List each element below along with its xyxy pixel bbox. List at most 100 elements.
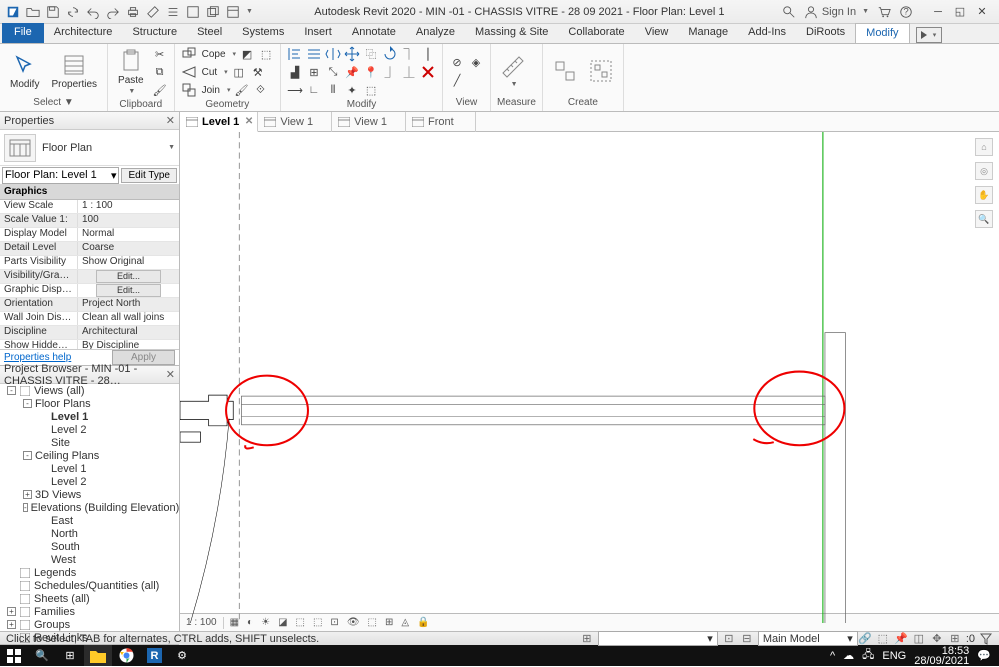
modify-tool-button[interactable]: Modify <box>6 51 43 92</box>
property-row[interactable]: Wall Join DisplayClean all wall joins <box>0 312 179 326</box>
corner-trim-icon[interactable]: ∟ <box>306 82 322 98</box>
notifications-icon[interactable]: 💬 <box>977 649 991 662</box>
offset-icon[interactable] <box>306 46 322 62</box>
override-icon[interactable]: ◈ <box>468 54 484 70</box>
tree-item[interactable]: Sheets (all) <box>0 592 179 605</box>
tree-expander-icon[interactable]: + <box>23 490 32 499</box>
redo-icon[interactable] <box>104 3 122 21</box>
home-view-icon[interactable]: ⌂ <box>975 138 993 156</box>
property-row[interactable]: DisciplineArchitectural <box>0 326 179 340</box>
open-icon[interactable] <box>24 3 42 21</box>
sign-in-button[interactable]: Sign In▼ <box>804 5 869 19</box>
cope-button[interactable]: Cope <box>200 49 228 60</box>
select-pinned-icon[interactable]: 📌 <box>894 633 908 645</box>
pan-icon[interactable]: ✋ <box>975 186 993 204</box>
qat-dropdown-icon[interactable]: ▼ <box>246 8 253 15</box>
properties-close-icon[interactable]: ✕ <box>166 114 175 127</box>
property-row[interactable]: Detail LevelCoarse <box>0 242 179 256</box>
save-icon[interactable] <box>44 3 62 21</box>
tray-chevron-icon[interactable]: ^ <box>830 650 835 662</box>
sync-icon[interactable] <box>64 3 82 21</box>
scale-icon[interactable]: ⤡ <box>325 64 341 80</box>
measure-button[interactable]: ▼ <box>497 53 529 90</box>
select-face-icon[interactable]: ◫ <box>912 633 926 645</box>
start-button[interactable] <box>0 645 28 666</box>
switch-windows-icon[interactable] <box>224 3 242 21</box>
zoom-icon[interactable]: 🔍 <box>975 210 993 228</box>
split-gap-icon[interactable]: ⦀ <box>325 82 341 98</box>
edit-cell-button[interactable]: Edit... <box>96 270 161 283</box>
tree-item[interactable]: -Ceiling Plans <box>0 449 179 462</box>
copy-icon[interactable]: ⿻ <box>363 46 379 62</box>
tree-item[interactable]: South <box>0 540 179 553</box>
property-value[interactable]: Clean all wall joins <box>78 312 179 325</box>
tree-item[interactable]: +Families <box>0 605 179 618</box>
linework-icon[interactable]: ╱ <box>449 72 465 88</box>
workset-icon[interactable]: ⊞ <box>580 633 594 645</box>
print-icon[interactable] <box>124 3 142 21</box>
tab-massing-site[interactable]: Massing & Site <box>465 23 558 43</box>
tab-steel[interactable]: Steel <box>187 23 232 43</box>
design-options-dropdown[interactable]: Main Model▾ <box>758 631 858 646</box>
split-icon[interactable]: ⎮ <box>420 46 436 62</box>
property-row[interactable]: Show Hidden LinesBy Discipline <box>0 340 179 349</box>
ribbon-play-button[interactable]: ▾ <box>916 27 942 43</box>
tree-expander-icon[interactable]: - <box>7 386 16 395</box>
copy-clipboard-icon[interactable]: ⧉ <box>152 64 168 80</box>
join-button[interactable]: Join <box>200 85 222 96</box>
thin-lines-icon[interactable] <box>184 3 202 21</box>
align-icon[interactable] <box>287 46 303 62</box>
tree-item[interactable]: Site <box>0 436 179 449</box>
tree-item[interactable]: East <box>0 514 179 527</box>
revit-taskbar-icon[interactable]: R <box>140 645 168 666</box>
tab-addins[interactable]: Add-Ins <box>738 23 796 43</box>
property-value[interactable]: Edit... <box>78 270 179 283</box>
revit-app-icon[interactable] <box>4 3 22 21</box>
property-value[interactable]: Coarse <box>78 242 179 255</box>
settings-taskbar-icon[interactable]: ⚙ <box>168 645 196 666</box>
paint-icon[interactable]: 🖌 <box>233 82 249 98</box>
nav-wheel-icon[interactable]: ◎ <box>975 162 993 180</box>
type-properties-button[interactable]: Properties <box>47 51 101 92</box>
measure-icon[interactable] <box>144 3 162 21</box>
cut-clipboard-icon[interactable]: ✂ <box>152 46 168 62</box>
tab-architecture[interactable]: Architecture <box>44 23 123 43</box>
help-icon[interactable]: ? <box>899 5 913 19</box>
language-indicator[interactable]: ENG <box>882 650 906 662</box>
chrome-taskbar-icon[interactable] <box>112 645 140 666</box>
view-tab-close-icon[interactable]: ✕ <box>245 116 253 127</box>
type-name[interactable]: Floor Plan <box>42 142 160 154</box>
match-type-icon[interactable]: 🖌 <box>152 82 168 98</box>
tab-systems[interactable]: Systems <box>232 23 294 43</box>
drawing-canvas[interactable]: ⌂ ◎ ✋ 🔍 <box>180 132 999 613</box>
move-icon[interactable] <box>344 46 360 62</box>
property-row[interactable]: Visibility/Graphics O…Edit... <box>0 270 179 284</box>
property-row[interactable]: Graphic Display Opti…Edit... <box>0 284 179 298</box>
type-dropdown-icon[interactable]: ▼ <box>168 144 175 151</box>
app-store-icon[interactable] <box>877 5 891 19</box>
create-similar-button[interactable] <box>549 57 581 85</box>
wall-opening-icon[interactable]: ⬚ <box>258 46 274 62</box>
close-button[interactable]: ✕ <box>971 3 993 21</box>
type-selector-icon[interactable] <box>4 134 36 162</box>
array-icon[interactable]: ⊞ <box>306 64 322 80</box>
property-row[interactable]: Parts VisibilityShow Original <box>0 256 179 270</box>
tree-item[interactable]: North <box>0 527 179 540</box>
design-options-icon[interactable]: ⊟ <box>740 633 754 645</box>
filter-icon[interactable] <box>979 633 993 645</box>
tree-item[interactable]: +3D Views <box>0 488 179 501</box>
split-face-icon[interactable]: ◫ <box>231 64 247 80</box>
rotate-icon[interactable] <box>382 46 398 62</box>
file-tab[interactable]: File <box>2 23 44 43</box>
cut-geom-icon[interactable] <box>181 64 197 80</box>
paste-button[interactable]: Paste▼ <box>114 47 148 97</box>
view-tab[interactable]: View 1 <box>258 112 332 132</box>
tree-item[interactable]: Schedules/Quantities (all) <box>0 579 179 592</box>
pin-icon[interactable]: 📌 <box>344 64 360 80</box>
drag-elements-icon[interactable]: ✥ <box>930 633 944 645</box>
hide-icon[interactable]: ⊘ <box>449 54 465 70</box>
cope-icon[interactable] <box>181 46 197 62</box>
tree-item[interactable]: -Floor Plans <box>0 397 179 410</box>
view-tab[interactable]: Front <box>406 112 476 132</box>
network-icon[interactable]: 🖧 <box>862 646 874 665</box>
